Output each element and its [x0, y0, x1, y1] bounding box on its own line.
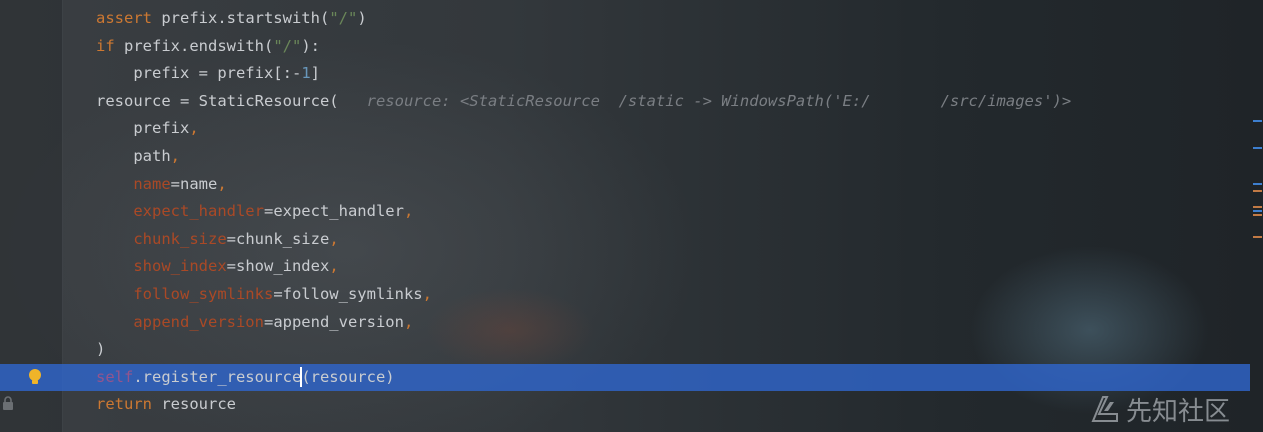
code-token: assert	[96, 9, 162, 27]
code-token: ,	[403, 312, 414, 331]
code-token: ,	[170, 146, 180, 165]
code-line[interactable]: expect_handler=expect_handler,	[0, 198, 1250, 226]
code-line[interactable]: return resource	[0, 391, 1250, 419]
code-token: resource	[161, 395, 236, 414]
code-token: .register_resource	[133, 367, 302, 386]
code-token: =append_version	[263, 312, 404, 331]
code-token: 1	[301, 64, 311, 83]
code-line[interactable]: follow_symlinks=follow_symlinks,	[0, 281, 1250, 309]
code-line-current[interactable]: self.register_resource(resource)	[0, 363, 1250, 392]
xianzhi-logo-icon	[1091, 396, 1118, 422]
scrollbar-marker[interactable]	[1253, 206, 1262, 208]
code-token: ,	[217, 174, 227, 193]
code-token: ,	[329, 229, 339, 248]
code-text[interactable]: name=name,	[96, 171, 227, 199]
code-line[interactable]: append_version=append_version,	[0, 309, 1250, 337]
code-token: path	[96, 146, 171, 165]
code-line[interactable]: path,	[0, 143, 1250, 171]
scrollbar-marker[interactable]	[1253, 120, 1262, 122]
code-token: )	[96, 340, 106, 359]
code-token: =expect_handler	[263, 202, 404, 221]
scrollbar-marker[interactable]	[1253, 190, 1262, 192]
code-token: ,	[422, 284, 432, 303]
code-token: prefix	[96, 119, 190, 138]
code-token: show_index	[133, 257, 227, 276]
code-text[interactable]: resource = StaticResource( resource: <St…	[96, 88, 1071, 116]
code-text[interactable]: show_index=show_index,	[96, 253, 339, 281]
scrollbar-marker[interactable]	[1253, 236, 1262, 238]
code-token: "/"	[329, 9, 358, 27]
code-token: if	[96, 36, 124, 55]
code-line[interactable]: assert prefix.startswith("/")	[0, 5, 1250, 33]
code-token: prefix.startswith(	[161, 9, 330, 27]
code-token: append_version	[133, 312, 264, 331]
code-token: ]	[310, 64, 320, 83]
scrollbar-marker[interactable]	[1253, 210, 1262, 212]
code-line[interactable]: )	[0, 336, 1250, 364]
code-text[interactable]: assert prefix.startswith("/")	[96, 5, 367, 33]
scrollbar-marker[interactable]	[1253, 147, 1262, 149]
code-token: (resource)	[301, 367, 395, 386]
inline-type-hint: resource: <StaticResource /static -> Win…	[338, 91, 871, 110]
code-token: self	[96, 367, 134, 386]
scrollbar-marker-strip[interactable]	[1251, 0, 1263, 432]
code-token: return	[96, 395, 162, 414]
code-text[interactable]: path,	[96, 143, 180, 171]
code-text[interactable]: prefix = prefix[:-1]	[96, 60, 320, 88]
inline-type-hint: /src/images')>	[940, 91, 1072, 110]
code-text[interactable]: expect_handler=expect_handler,	[96, 198, 413, 226]
code-token: =name	[170, 174, 218, 193]
code-token: prefix = prefix[:-	[96, 64, 302, 83]
code-line[interactable]: prefix,	[0, 115, 1250, 143]
code-text[interactable]: chunk_size=chunk_size,	[96, 226, 339, 254]
scrollbar-marker[interactable]	[1253, 183, 1262, 185]
code-text[interactable]: follow_symlinks=follow_symlinks,	[96, 281, 432, 309]
code-line[interactable]: name=name,	[0, 171, 1250, 199]
watermark: 先知社区	[1090, 392, 1231, 427]
code-token: =follow_symlinks	[273, 284, 423, 303]
code-token: "/"	[273, 36, 302, 55]
watermark-text: 先知社区	[1126, 396, 1231, 427]
code-editor[interactable]: assert prefix.startswith("/") if prefix.e…	[0, 5, 1250, 419]
code-line[interactable]: if prefix.endswith("/"):	[0, 33, 1250, 61]
code-text[interactable]: )	[96, 336, 105, 364]
scrollbar-marker[interactable]	[1253, 214, 1262, 216]
code-token: ,	[189, 119, 199, 138]
code-token: )	[357, 9, 367, 27]
code-token: ):	[301, 36, 320, 55]
code-token: follow_symlinks	[133, 284, 274, 303]
code-token: =chunk_size	[226, 229, 330, 248]
code-token: name	[133, 174, 171, 193]
code-token: expect_handler	[133, 202, 264, 221]
code-text[interactable]: self.register_resource(resource)	[96, 364, 395, 392]
code-token: prefix.endswith(	[124, 36, 274, 55]
lock-icon	[3, 396, 13, 410]
code-line[interactable]: prefix = prefix[:-1]	[0, 60, 1250, 88]
code-text[interactable]: if prefix.endswith("/"):	[96, 33, 320, 61]
lightbulb-icon[interactable]	[25, 367, 45, 387]
code-text[interactable]: append_version=append_version,	[96, 309, 413, 337]
code-line[interactable]: show_index=show_index,	[0, 253, 1250, 281]
code-token: chunk_size	[133, 229, 227, 248]
code-text[interactable]: return resource	[96, 391, 236, 419]
code-token: resource = StaticResource(	[96, 91, 339, 110]
code-token: ,	[329, 257, 339, 276]
code-line[interactable]: chunk_size=chunk_size,	[0, 226, 1250, 254]
code-token: ,	[403, 202, 414, 221]
code-token: =show_index	[226, 257, 330, 276]
code-text[interactable]: prefix,	[96, 115, 199, 143]
code-line[interactable]: resource = StaticResource( resource: <St…	[0, 88, 1250, 116]
